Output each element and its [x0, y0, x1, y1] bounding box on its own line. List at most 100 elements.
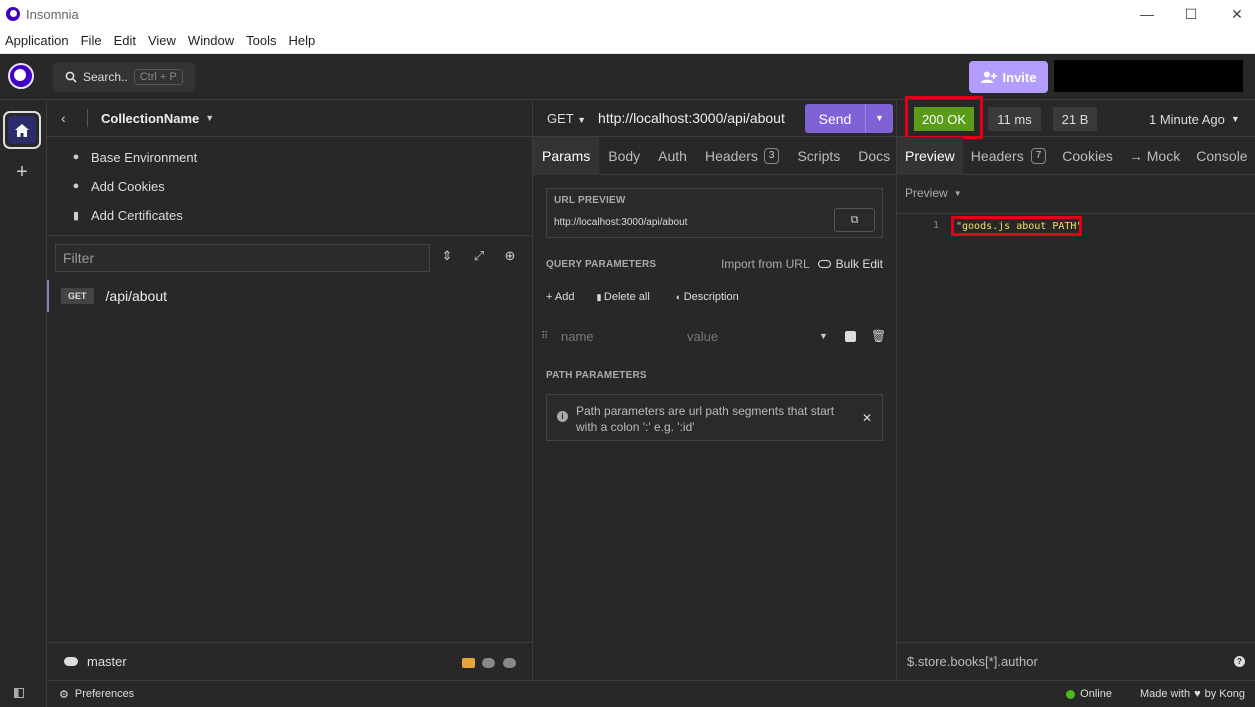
description-toggle[interactable]: ◐ Description	[676, 291, 739, 303]
expand-icon[interactable]: ⤢	[469, 248, 489, 268]
tab-cookies[interactable]: Cookies	[1054, 137, 1121, 175]
menu-tools[interactable]: Tools	[244, 33, 278, 48]
import-from-url-button[interactable]: Import from URL	[721, 257, 810, 271]
minimize-button[interactable]: —	[1124, 0, 1170, 28]
menu-view[interactable]: View	[146, 33, 178, 48]
drag-handle-icon[interactable]: ⠿	[541, 331, 553, 342]
response-pane: 200 OK 11 ms 21 B 1 Minute Ago ▼ Preview…	[897, 96, 1255, 680]
add-param-button[interactable]: + Add	[546, 291, 574, 303]
home-button[interactable]	[3, 111, 41, 149]
response-history-dropdown[interactable]: 1 Minute Ago ▼	[1149, 107, 1240, 131]
tab-headers[interactable]: Headers 3	[696, 137, 788, 175]
toggle-icon	[817, 260, 831, 268]
request-path: /api/about	[105, 288, 168, 304]
help-icon[interactable]: ?	[1234, 656, 1245, 667]
left-rail: +	[0, 100, 47, 707]
sort-icon[interactable]: ⇕	[437, 248, 457, 268]
response-body: 1 "goods.js about PATH"	[897, 213, 1255, 643]
path-params-label: PATH PARAMETERS	[546, 370, 647, 381]
search-label: Search..	[83, 70, 128, 84]
insomnia-logo-icon[interactable]	[8, 63, 34, 89]
jsonpath-filter-bar: $.store.books[*].author ?	[897, 642, 1255, 680]
menu-file[interactable]: File	[79, 33, 104, 48]
search-shortcut: Ctrl + P	[133, 69, 183, 85]
tab-params[interactable]: Params	[533, 136, 600, 175]
bulk-edit-toggle[interactable]: Bulk Edit	[817, 257, 883, 271]
branch-name[interactable]: master	[87, 654, 127, 669]
response-size: 21 B	[1053, 107, 1097, 131]
maximize-button[interactable]: ☐	[1168, 0, 1214, 28]
heart-icon: ♥	[1194, 688, 1201, 700]
menu-window[interactable]: Window	[186, 33, 236, 48]
redacted-account-area	[1054, 60, 1243, 92]
preferences-button[interactable]: ⚙ Preferences	[59, 688, 134, 701]
toggle-sidebar-icon[interactable]	[14, 688, 30, 702]
online-status: Online	[1066, 688, 1112, 700]
search-button[interactable]: Search.. Ctrl + P	[53, 62, 195, 92]
tab-console[interactable]: Console	[1188, 137, 1255, 175]
menu-edit[interactable]: Edit	[112, 33, 138, 48]
invite-label: Invite	[1002, 69, 1037, 85]
search-icon	[65, 71, 77, 83]
add-certificates-link[interactable]: ▮ Add Certificates	[69, 204, 369, 226]
globe-icon: ●	[72, 151, 80, 163]
chevron-down-icon[interactable]: ▼	[865, 104, 893, 133]
made-with-kong[interactable]: Made with ♥ by Kong	[1140, 688, 1245, 700]
menu-application[interactable]: Application	[3, 33, 71, 48]
method-dropdown[interactable]: GET ▼	[547, 111, 586, 126]
filter-input[interactable]: Filter	[55, 244, 430, 272]
query-params-actions: + Add ▮ Delete all ◐ Description	[546, 288, 883, 306]
url-preview-value: http://localhost:3000/api/about	[554, 217, 688, 228]
request-tabs: Params Body Auth Headers 3 Scripts Docs	[533, 136, 899, 175]
tab-docs[interactable]: Docs	[849, 137, 899, 175]
branch-bar: master	[47, 642, 533, 680]
status-footer: ⚙ Preferences Online Made with ♥ by Kong	[47, 680, 1255, 707]
back-icon[interactable]: ‹	[61, 110, 73, 126]
send-button[interactable]: Send ▼	[805, 104, 893, 133]
collection-name[interactable]: CollectionName	[101, 111, 199, 126]
jsonpath-input[interactable]: $.store.books[*].author	[907, 654, 1038, 669]
chevron-down-icon[interactable]: ▼	[819, 331, 839, 341]
home-icon	[15, 123, 29, 137]
response-status-bar: 200 OK 11 ms 21 B 1 Minute Ago ▼	[897, 96, 1255, 139]
menu-help[interactable]: Help	[287, 33, 318, 48]
plus-icon: +	[546, 291, 555, 303]
tab-response-headers[interactable]: Headers 7	[963, 137, 1054, 175]
param-name-input[interactable]: name	[561, 329, 687, 344]
online-dot-icon	[1066, 689, 1076, 699]
param-value-input[interactable]: value	[687, 329, 819, 344]
tab-mock[interactable]: → Mock	[1121, 137, 1188, 175]
filter-row: Filter ⇕ ⤢ ⊕	[47, 235, 533, 285]
copy-icon[interactable]: ⧉	[834, 208, 875, 232]
path-params-info: i Path parameters are url path segments …	[546, 394, 883, 441]
os-title-bar: Insomnia — ☐ ✕	[0, 0, 1255, 28]
package-icon[interactable]	[462, 658, 475, 668]
close-button[interactable]: ✕	[1214, 0, 1255, 28]
checkbox-icon[interactable]	[845, 330, 856, 342]
cloud-download-icon[interactable]	[482, 658, 495, 668]
line-number: 1	[933, 220, 940, 231]
tab-preview[interactable]: Preview	[897, 136, 963, 175]
headers-count: 3	[763, 147, 780, 164]
delete-all-button[interactable]: ▮ Delete all	[596, 291, 649, 303]
add-icon[interactable]: +	[12, 162, 32, 182]
chevron-down-icon[interactable]: ▼	[205, 113, 214, 123]
base-environment-link[interactable]: ● Base Environment	[69, 146, 369, 168]
menubar: Application File Edit View Window Tools …	[0, 28, 1255, 54]
trash-icon[interactable]: 🗑	[871, 329, 886, 343]
collection-header: ‹ CollectionName ▼	[47, 100, 533, 137]
url-input[interactable]: http://localhost:3000/api/about	[598, 110, 785, 126]
cloud-upload-icon[interactable]	[503, 658, 516, 668]
tab-scripts[interactable]: Scripts	[788, 137, 849, 175]
collection-sidebar: ‹ CollectionName ▼ ● Base Environment ● …	[47, 100, 533, 680]
chevron-down-icon: ▼	[1230, 114, 1240, 124]
preview-mode-dropdown[interactable]: Preview ▼	[905, 186, 962, 200]
close-icon[interactable]: ✕	[862, 410, 872, 426]
add-cookies-link[interactable]: ● Add Cookies	[69, 175, 369, 197]
certificate-icon: ▮	[72, 209, 80, 222]
tab-auth[interactable]: Auth	[649, 137, 696, 175]
invite-button[interactable]: Invite	[969, 61, 1048, 93]
request-list-item[interactable]: GET /api/about	[47, 280, 533, 312]
tab-body[interactable]: Body	[599, 137, 649, 175]
add-circle-icon[interactable]: ⊕	[500, 248, 520, 268]
